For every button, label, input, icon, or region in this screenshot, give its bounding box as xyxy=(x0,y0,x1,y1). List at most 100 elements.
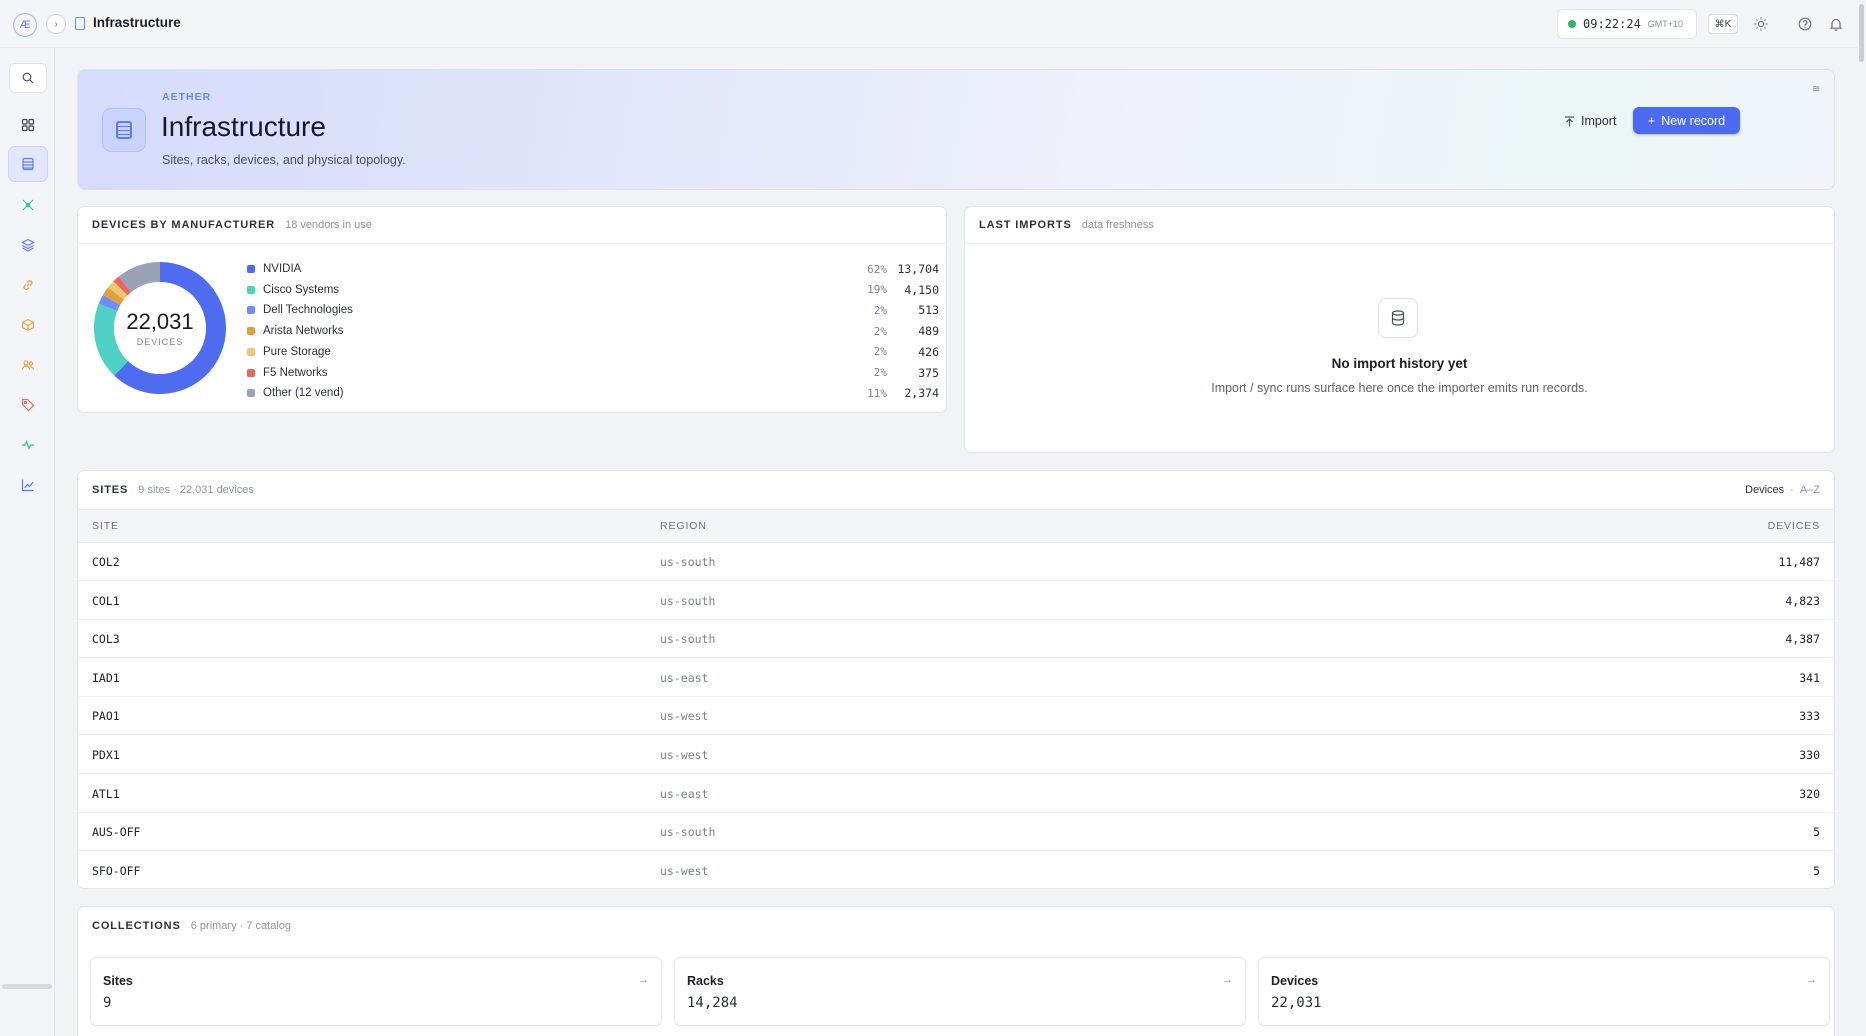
table-row[interactable]: SFO-OFF us-west 5 xyxy=(78,852,1834,890)
legend-swatch xyxy=(247,347,255,356)
collection-count: 9 xyxy=(103,995,112,1011)
cell-devices: 11,487 xyxy=(1778,555,1820,569)
page-title: Infrastructure xyxy=(161,111,326,142)
legend-name: Pure Storage xyxy=(263,345,331,358)
cell-devices: 330 xyxy=(1799,748,1820,762)
legend-count: 4,150 xyxy=(904,282,939,297)
clock-widget[interactable]: 09:22:24 GMT+10 xyxy=(1557,9,1697,39)
legend-swatch xyxy=(247,306,255,315)
cell-devices: 341 xyxy=(1799,670,1820,685)
table-row[interactable]: AUS-OFF us-south 5 xyxy=(78,813,1834,852)
sidebar-item-analytics[interactable] xyxy=(8,467,48,503)
legend-item[interactable]: NVIDIA 62% 13,704 xyxy=(247,259,939,279)
scrollbar-thumb[interactable] xyxy=(1859,4,1864,62)
search-icon xyxy=(22,72,34,84)
legend-name: Cisco Systems xyxy=(263,283,340,296)
legend-name: Arista Networks xyxy=(263,325,344,338)
table-row[interactable]: COL3 us-south 4,387 xyxy=(78,620,1834,659)
plus-icon: + xyxy=(1647,113,1656,128)
arrow-right-icon: → xyxy=(1806,974,1817,986)
legend-percent: 2% xyxy=(873,366,887,379)
app-logo-icon[interactable]: Æ xyxy=(13,13,37,37)
cell-region: us-east xyxy=(660,670,709,685)
help-icon[interactable] xyxy=(1796,15,1814,33)
manufacturers-panel: DEVICES BY MANUFACTURER 18 vendors in us… xyxy=(77,206,947,413)
pulse-icon xyxy=(22,439,34,451)
collection-card[interactable]: Sites 9 → xyxy=(90,957,662,1026)
panel-meta: 18 vendors in use xyxy=(285,219,372,231)
users-icon xyxy=(21,360,35,370)
legend-percent: 19% xyxy=(867,283,887,297)
tag-icon xyxy=(21,398,35,412)
sidebar-item-dashboard[interactable] xyxy=(8,107,48,143)
column-header-devices[interactable]: DEVICES xyxy=(1768,520,1820,532)
legend-swatch xyxy=(247,368,255,377)
legend-percent: 11% xyxy=(867,386,887,400)
cell-region: us-south xyxy=(660,555,716,569)
legend-item[interactable]: Other (12 vend) 11% 2,374 xyxy=(247,383,939,403)
column-header-region[interactable]: REGION xyxy=(660,520,707,532)
theme-toggle-icon[interactable] xyxy=(1752,15,1770,33)
header-settings-icon[interactable]: ≋ xyxy=(1812,84,1820,95)
legend-item[interactable]: Cisco Systems 19% 4,150 xyxy=(247,280,939,300)
panel-title: DEVICES BY MANUFACTURER xyxy=(92,219,276,231)
legend-name: NVIDIA xyxy=(263,263,302,275)
table-row[interactable]: PAO1 us-west 333 xyxy=(78,697,1834,736)
table-row[interactable]: IAD1 us-east 341 xyxy=(78,659,1834,697)
sort-by-name[interactable]: A–Z xyxy=(1800,484,1820,496)
donut-total: 22,031 xyxy=(126,309,194,334)
new-record-button[interactable]: + New record xyxy=(1633,107,1740,134)
sidebar-item-activity[interactable] xyxy=(8,427,48,463)
arrow-right-icon: → xyxy=(638,974,649,986)
import-button[interactable]: Import xyxy=(1556,108,1624,134)
page-scrollbar[interactable] xyxy=(1857,0,1866,1036)
sidebar-item-packages[interactable] xyxy=(8,307,48,343)
legend-item[interactable]: Dell Technologies 2% 513 xyxy=(247,300,939,320)
page-subtitle: Sites, racks, devices, and physical topo… xyxy=(162,153,406,167)
collection-card[interactable]: Devices 22,031 → xyxy=(1258,957,1830,1026)
legend-name: Other (12 vend) xyxy=(263,387,344,400)
panel-meta: 9 sites · 22,031 devices xyxy=(138,484,254,496)
table-row[interactable]: COL1 us-south 4,823 xyxy=(78,582,1834,620)
box-icon xyxy=(21,318,35,332)
collection-name: Sites xyxy=(103,974,133,988)
sort-by-devices[interactable]: Devices xyxy=(1745,484,1784,496)
sidebar-item-tags[interactable] xyxy=(8,387,48,423)
sidebar-item-links[interactable] xyxy=(8,267,48,303)
command-palette-shortcut[interactable]: ⌘K xyxy=(1708,14,1738,34)
legend-swatch xyxy=(247,327,255,336)
panel-title: SITES xyxy=(92,484,129,496)
donut-unit: DEVICES xyxy=(136,337,184,347)
legend-count: 513 xyxy=(918,303,939,318)
collection-count: 22,031 xyxy=(1271,995,1322,1011)
cell-region: us-south xyxy=(660,593,716,608)
legend-percent: 2% xyxy=(873,303,887,317)
network-icon xyxy=(22,199,34,211)
sidebar-search-button[interactable] xyxy=(9,63,47,93)
panel-meta: data freshness xyxy=(1081,219,1154,231)
cell-devices: 320 xyxy=(1799,786,1820,801)
legend-item[interactable]: Arista Networks 2% 489 xyxy=(247,321,939,341)
legend-item[interactable]: F5 Networks 2% 375 xyxy=(247,363,939,383)
table-row[interactable]: COL2 us-south 11,487 xyxy=(78,543,1834,581)
table-row[interactable]: ATL1 us-east 320 xyxy=(78,775,1834,813)
last-imports-panel: LAST IMPORTS data freshness No import hi… xyxy=(964,206,1835,453)
cell-site: PDX1 xyxy=(92,748,120,762)
legend-count: 2,374 xyxy=(904,386,939,401)
sidebar-item-infrastructure[interactable] xyxy=(8,146,48,182)
breadcrumb: Infrastructure xyxy=(93,15,181,30)
cell-devices: 5 xyxy=(1813,863,1820,878)
table-row[interactable]: PDX1 us-west 330 xyxy=(78,736,1834,774)
column-header-site[interactable]: SITE xyxy=(92,520,119,532)
collection-card[interactable]: Racks 14,284 → xyxy=(674,957,1246,1026)
sidebar-item-topology[interactable] xyxy=(8,187,48,223)
cell-region: us-west xyxy=(660,748,709,762)
sidebar-item-people[interactable] xyxy=(8,347,48,383)
sidebar-item-layers[interactable] xyxy=(8,227,48,263)
expand-sidebar-button[interactable]: › xyxy=(46,14,66,34)
infrastructure-icon xyxy=(75,17,85,30)
legend-item[interactable]: Pure Storage 2% 426 xyxy=(247,342,939,362)
sort-controls: Devices · A–Z xyxy=(1745,484,1820,496)
notifications-bell-icon[interactable] xyxy=(1827,15,1845,33)
grid-icon xyxy=(21,118,35,132)
